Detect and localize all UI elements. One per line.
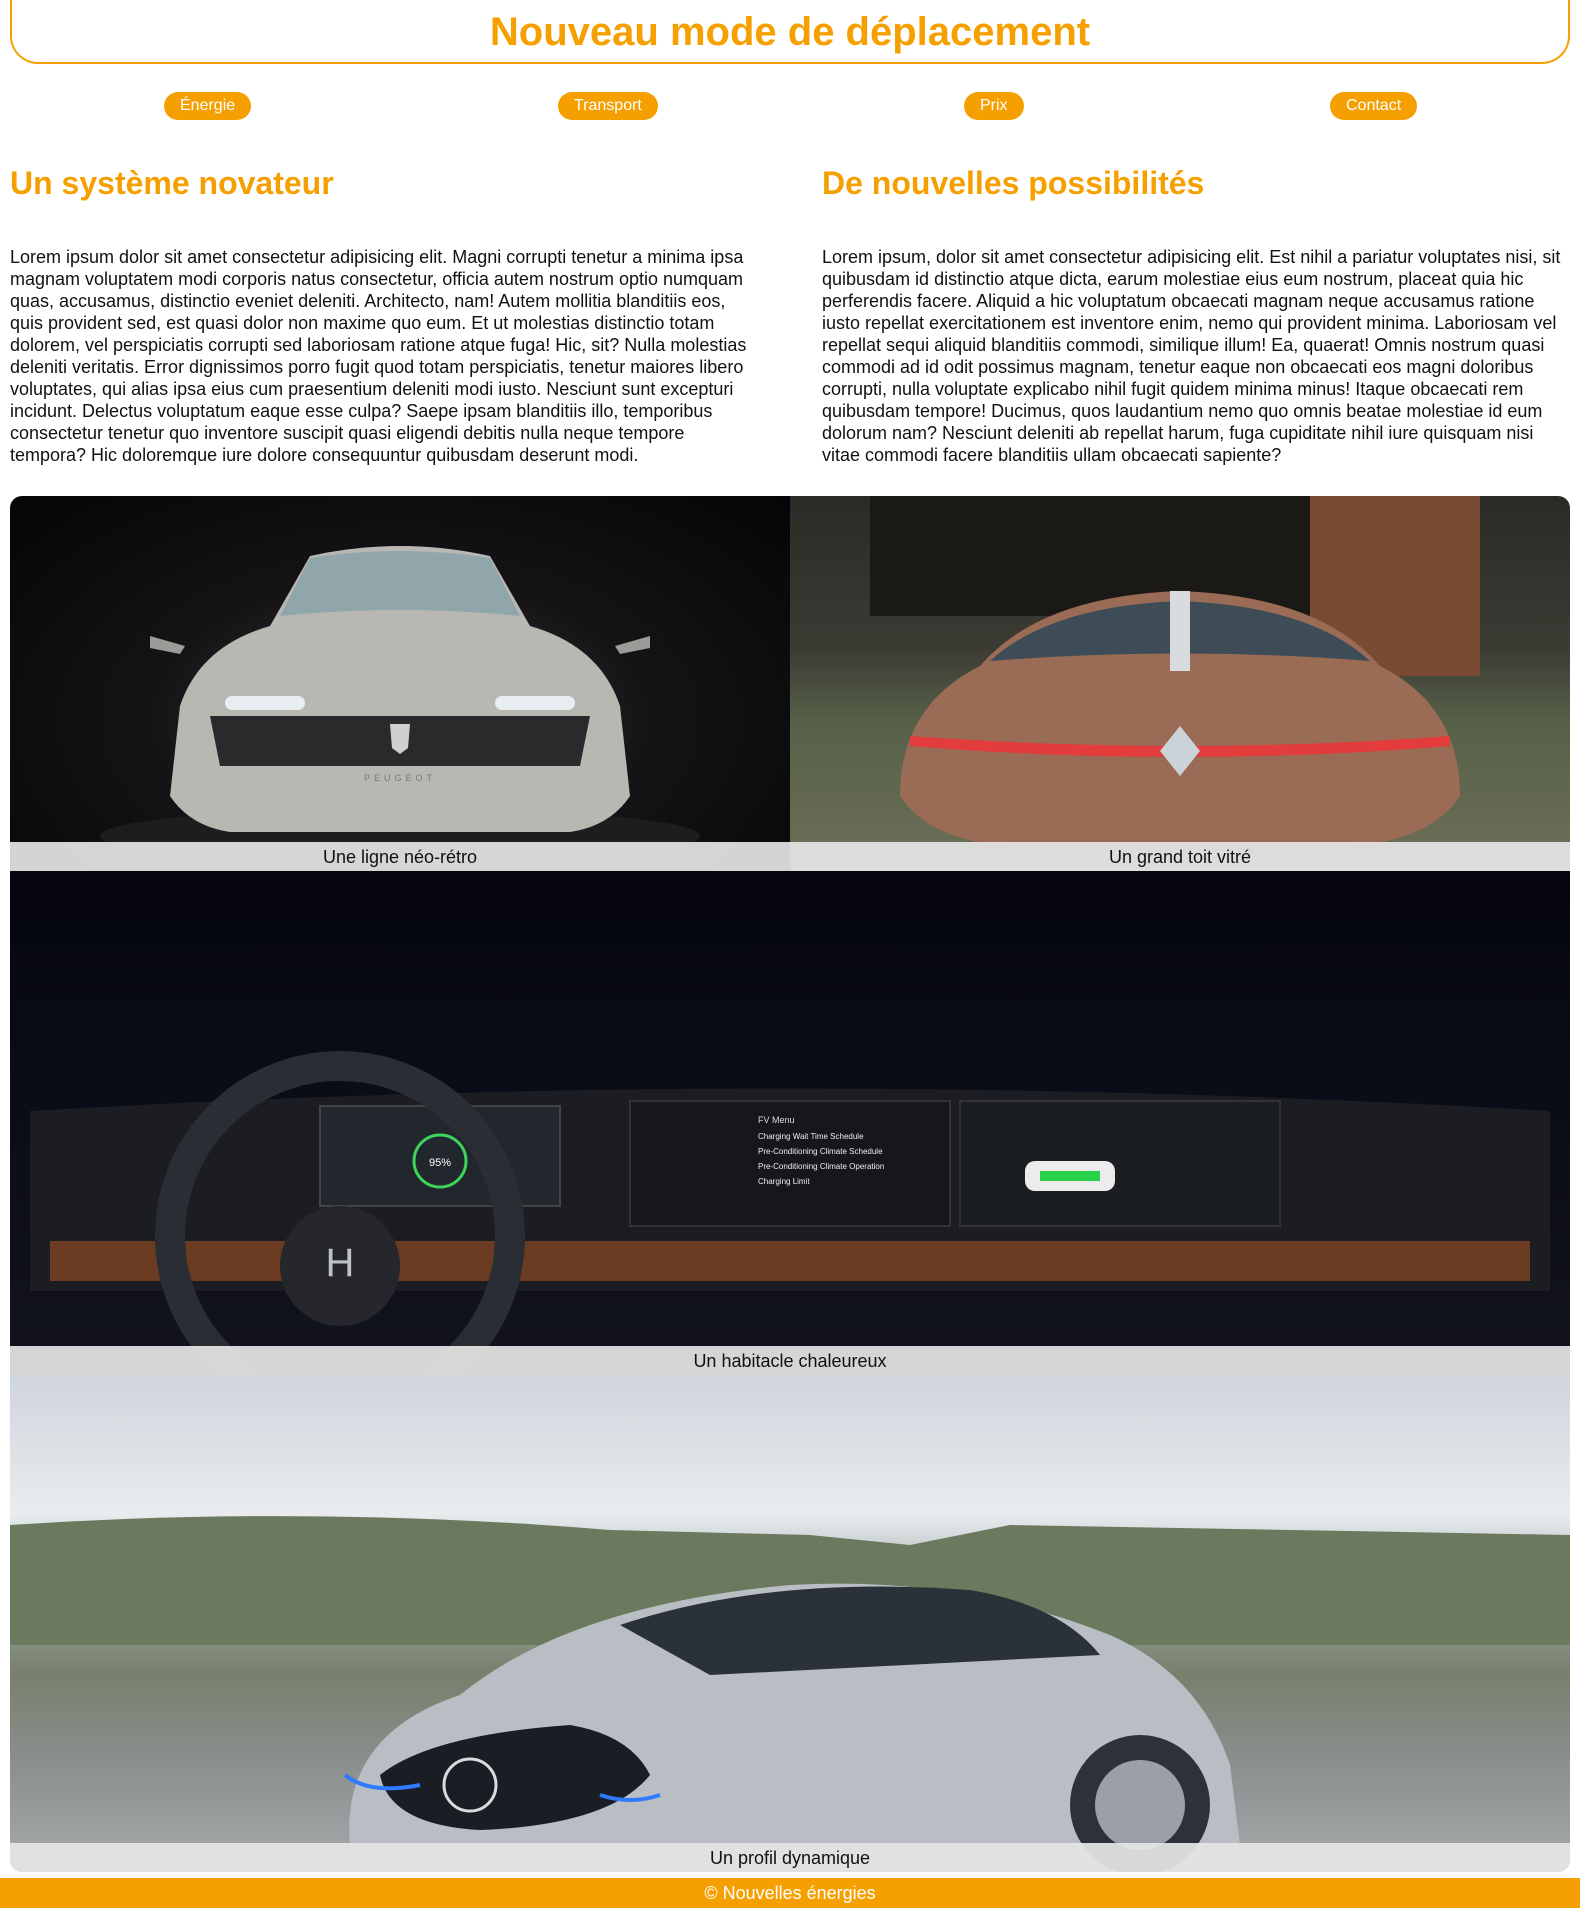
page-header: Nouveau mode de déplacement xyxy=(10,0,1570,64)
menu-item: Pre-Conditioning Climate Operation xyxy=(758,1162,884,1171)
column-left: Un système novateur Lorem ipsum dolor si… xyxy=(10,160,760,466)
peugeot-badge: PEUGEOT xyxy=(364,773,436,783)
car-front-image: PEUGEOT xyxy=(10,496,790,871)
main-nav: Énergie Transport Prix Contact xyxy=(0,92,1580,120)
nav-item-contact[interactable]: Contact xyxy=(1330,92,1418,120)
nav-item-transport[interactable]: Transport xyxy=(558,92,658,120)
gallery-item: 95% FV Menu Charging Wait Time Schedule … xyxy=(10,871,1570,1375)
page-footer: © Nouvelles énergies xyxy=(0,1878,1580,1908)
car-cabin-image: 95% FV Menu Charging Wait Time Schedule … xyxy=(10,871,1570,1375)
battery-level: 95% xyxy=(429,1157,451,1169)
car-rear-image xyxy=(790,496,1570,871)
page-title: Nouveau mode de déplacement xyxy=(489,10,1091,54)
section-text: Lorem ipsum, dolor sit amet consectetur … xyxy=(822,247,1561,465)
fv-menu-label: FV Menu xyxy=(758,1115,795,1125)
nav-item-energie[interactable]: Énergie xyxy=(164,92,252,120)
column-right: De nouvelles possibilités Lorem ipsum, d… xyxy=(822,160,1572,466)
gallery-caption: Une ligne néo-rétro xyxy=(10,842,790,871)
gallery-caption: Un habitacle chaleureux xyxy=(10,1346,1570,1375)
car-profile-image xyxy=(10,1375,1570,1872)
svg-text:H: H xyxy=(326,1241,355,1285)
section-text: Lorem ipsum dolor sit amet consectetur a… xyxy=(10,247,747,465)
menu-item: Pre-Conditioning Climate Schedule xyxy=(758,1147,883,1156)
menu-item: Charging Wait Time Schedule xyxy=(758,1132,864,1141)
section-title: De nouvelles possibilités xyxy=(822,165,1205,201)
footer-text: © Nouvelles énergies xyxy=(704,1883,876,1903)
gallery-item: PEUGEOT Une ligne néo-rétro xyxy=(10,496,790,871)
gallery-item: Un grand toit vitré xyxy=(790,496,1570,871)
nav-item-prix[interactable]: Prix xyxy=(964,92,1024,120)
menu-item: Charging Limit xyxy=(758,1177,810,1186)
gallery-item: Un profil dynamique xyxy=(10,1375,1570,1872)
gallery: PEUGEOT Une ligne néo-rétro Un grand toi… xyxy=(10,496,1570,1872)
gallery-caption: Un grand toit vitré xyxy=(790,842,1570,871)
section-title: Un système novateur xyxy=(10,165,334,201)
gallery-caption: Un profil dynamique xyxy=(10,1843,1570,1872)
